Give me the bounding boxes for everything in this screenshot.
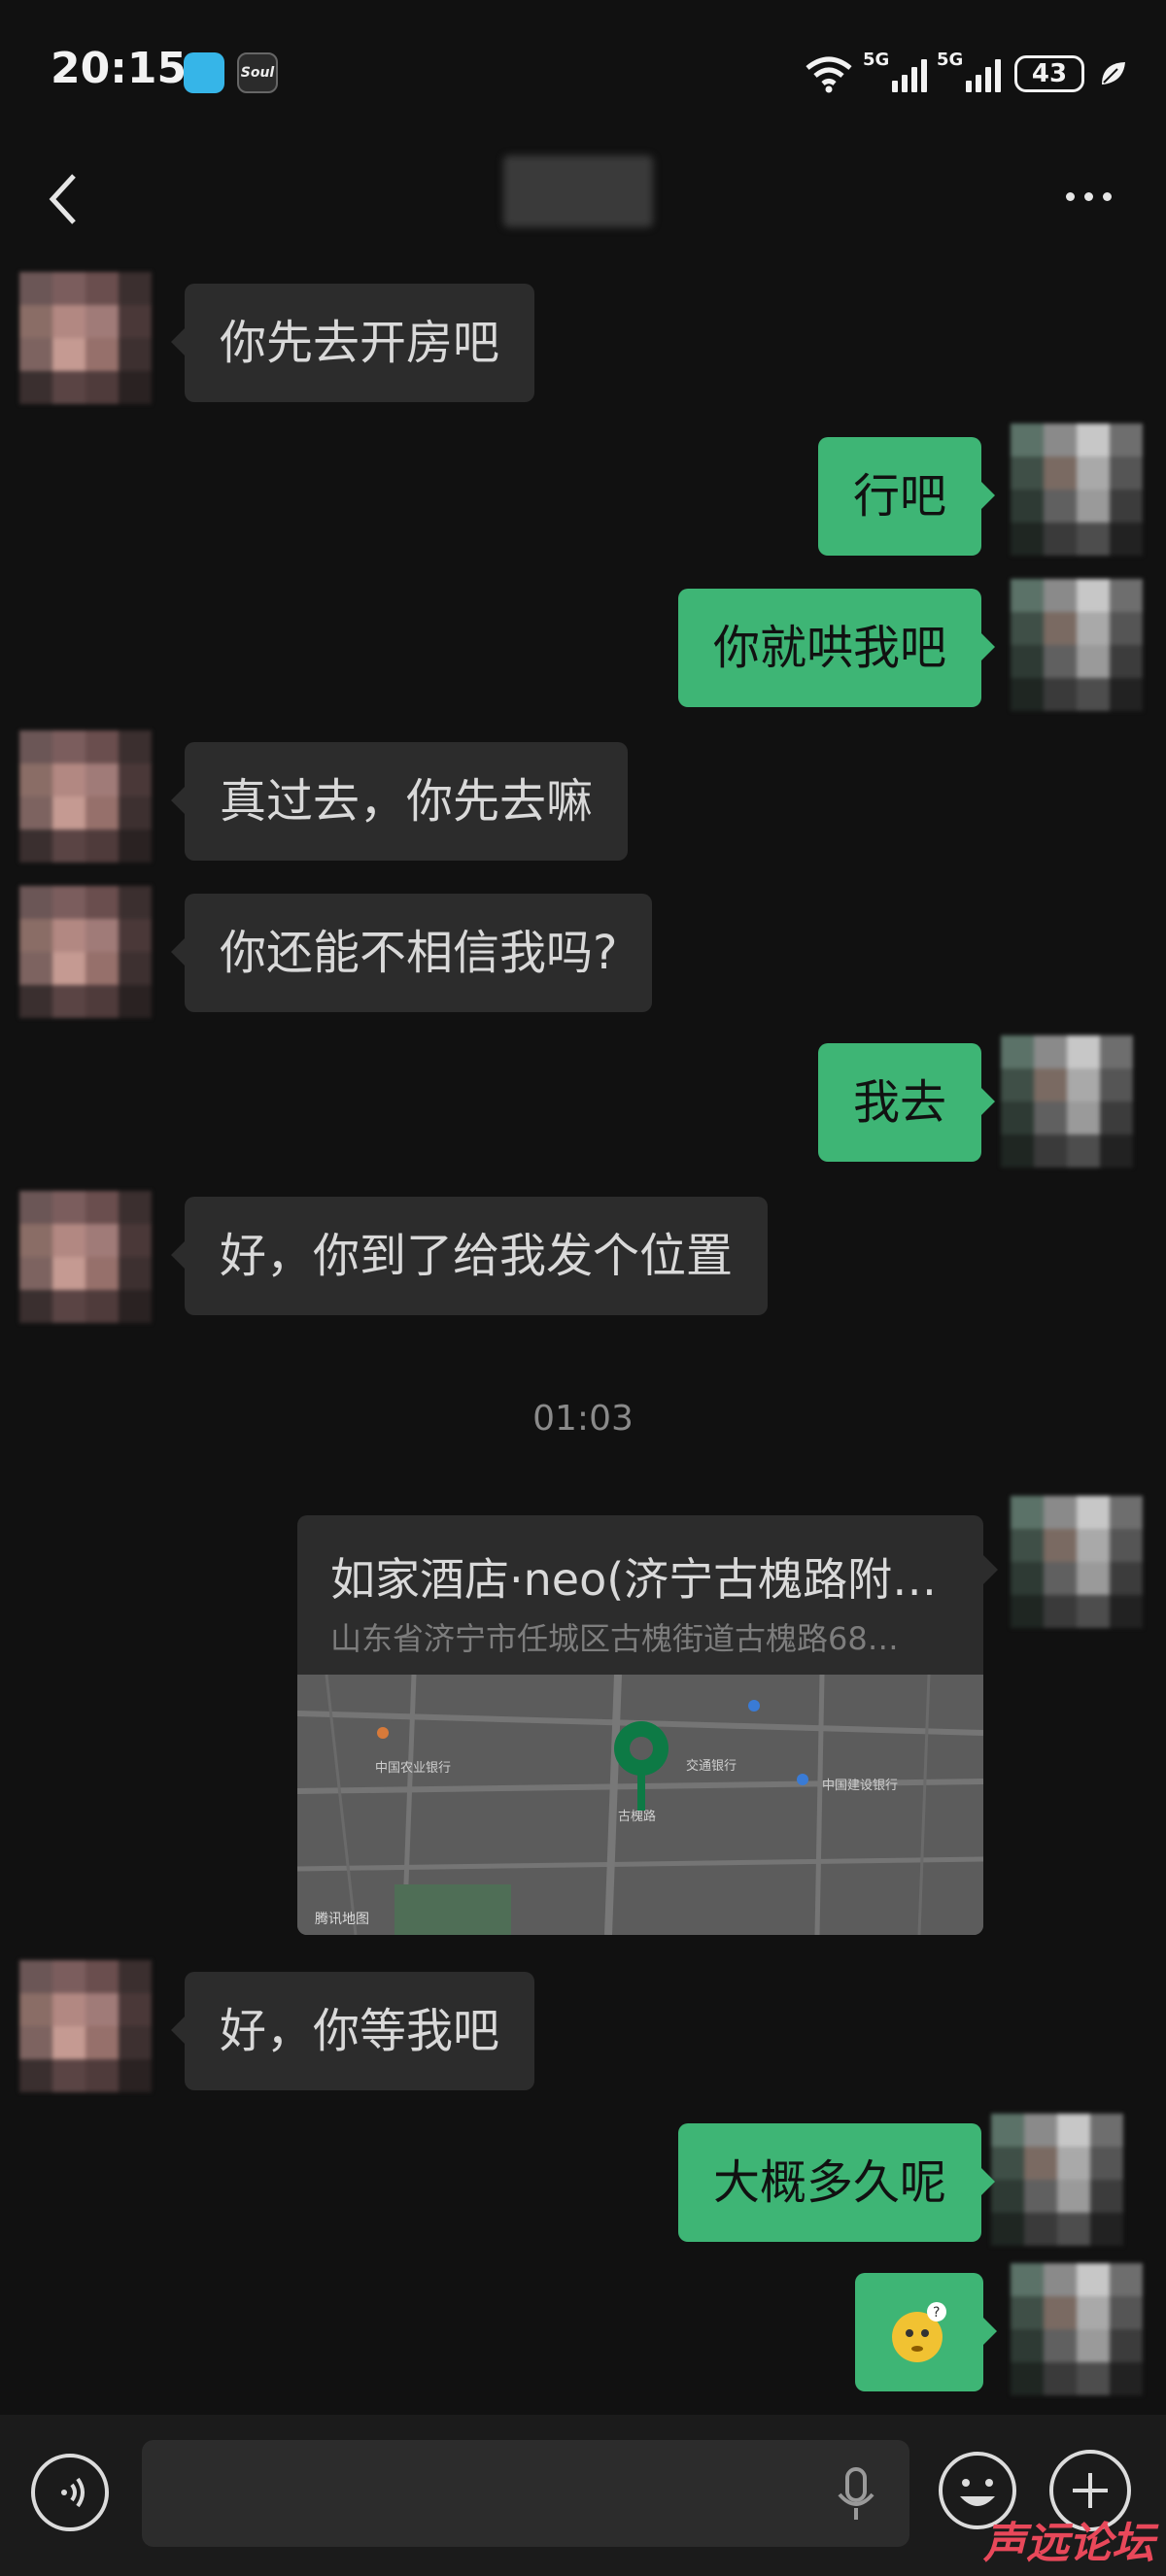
back-button[interactable]	[45, 170, 84, 228]
more-button[interactable]	[1066, 192, 1112, 201]
wifi-icon	[806, 56, 852, 93]
chat-title-redacted	[503, 155, 653, 227]
map-image: 中国农业银行 交通银行 中国建设银行 古槐路 腾讯地图	[297, 1675, 983, 1935]
message-bubble-incoming[interactable]: 好，你到了给我发个位置	[170, 1197, 769, 1315]
soul-app-icon: Soul	[237, 52, 278, 93]
location-map-thumbnail: 中国农业银行 交通银行 中国建设银行 古槐路 腾讯地图	[297, 1675, 983, 1935]
message-timestamp: 01:03	[532, 1399, 634, 1439]
message-bubble-outgoing[interactable]: 大概多久呢	[677, 2123, 996, 2242]
message-bubble-incoming[interactable]: 你还能不相信我吗?	[170, 894, 653, 1012]
message-bubble-incoming[interactable]: 你先去开房吧	[170, 284, 535, 402]
leaf-icon	[1102, 62, 1125, 85]
self-avatar[interactable]	[1011, 579, 1143, 711]
map-label-road: 古槐路	[618, 1809, 656, 1824]
message-bubble-outgoing[interactable]: 你就哄我吧	[677, 589, 996, 707]
status-time: 20:15	[51, 44, 188, 93]
network-label-2: 5G	[937, 50, 964, 70]
self-avatar[interactable]	[1001, 1035, 1133, 1168]
message-bubble-outgoing[interactable]: 我去	[817, 1043, 996, 1162]
message-bubble-outgoing[interactable]: 行吧	[817, 437, 996, 556]
friend-avatar[interactable]	[19, 886, 152, 1018]
sticker-image: ?	[892, 2302, 946, 2362]
friend-avatar[interactable]	[19, 730, 152, 863]
self-avatar[interactable]	[1011, 2263, 1143, 2395]
book-app-icon	[184, 52, 224, 93]
self-avatar[interactable]	[1011, 1496, 1143, 1628]
watermark: 声远论坛	[983, 2519, 1154, 2568]
location-message-card[interactable]: 如家酒店·neo(济宁古槐路附… 山东省济宁市任城区古槐街道古槐路68… 中国农…	[297, 1515, 983, 1935]
friend-avatar[interactable]	[19, 1960, 152, 2092]
signal-icon-2: 5G	[937, 50, 1001, 92]
map-label-traffic-bank: 交通银行	[686, 1758, 737, 1774]
voice-icon[interactable]	[31, 2454, 109, 2531]
message-bubble-incoming[interactable]: 真过去，你先去嘛	[170, 742, 629, 861]
map-label-ccb: 中国建设银行	[822, 1779, 898, 1793]
status-indicators: 5G 5G 43	[805, 50, 1127, 97]
battery-indicator: 43	[1014, 55, 1084, 92]
microphone-icon[interactable]	[832, 2465, 880, 2524]
soul-app-label: Soul	[240, 65, 275, 81]
message-bubble-incoming[interactable]: 好，你等我吧	[170, 1972, 535, 2090]
map-label-bank: 中国农业银行	[375, 1761, 451, 1776]
friend-avatar[interactable]	[19, 1191, 152, 1323]
message-input[interactable]	[142, 2440, 909, 2547]
location-bubble-tail	[982, 1554, 998, 1585]
chat-input-bar: 声远论坛	[0, 2415, 1166, 2576]
map-provider-label: 腾讯地图	[315, 1911, 369, 1927]
location-address: 山东省济宁市任城区古槐街道古槐路68…	[330, 1620, 899, 1657]
self-avatar[interactable]	[991, 2114, 1123, 2246]
svg-text:?: ?	[933, 2305, 940, 2321]
confused-face-sticker[interactable]: ?	[855, 2273, 997, 2391]
status-bar: 20:15 Soul 5G 5G 43	[0, 0, 1166, 146]
self-avatar[interactable]	[1011, 424, 1143, 556]
location-title: 如家酒店·neo(济宁古槐路附…	[330, 1553, 938, 1606]
friend-avatar[interactable]	[19, 272, 152, 404]
network-label-1: 5G	[863, 50, 890, 70]
signal-icon-1: 5G	[863, 50, 927, 92]
